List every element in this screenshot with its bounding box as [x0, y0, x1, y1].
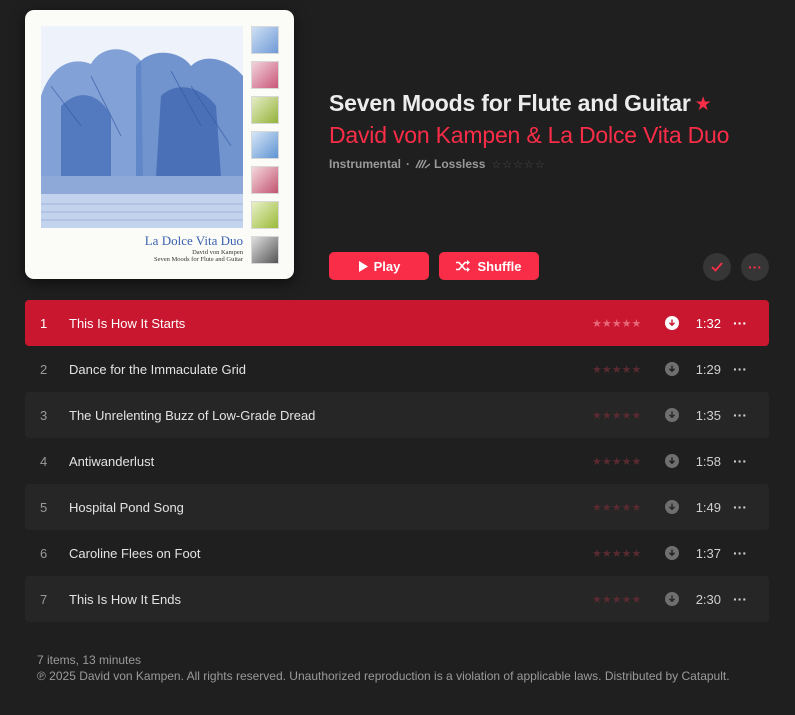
track-title: Dance for the Immaculate Grid [69, 361, 247, 377]
album-rating-stars[interactable]: ☆☆☆☆☆ [491, 158, 545, 171]
album-summary: 7 items, 13 minutes [37, 653, 142, 667]
library-added-button[interactable] [703, 253, 731, 281]
track-title: Antiwanderlust [69, 453, 155, 469]
download-icon[interactable] [665, 546, 679, 560]
cover-swatch-gray [251, 236, 279, 264]
cover-swatch-green [251, 96, 279, 124]
album-more-button[interactable]: ··· [741, 253, 769, 281]
track-duration: 1:49 [695, 499, 721, 515]
download-icon[interactable] [665, 362, 679, 376]
track-number: 5 [40, 499, 48, 515]
play-button[interactable]: Play [329, 252, 429, 280]
track-row[interactable]: 4 Antiwanderlust ★★★★★ 1:58 ··· [25, 438, 769, 484]
album-artist-link[interactable]: David von Kampen & La Dolce Vita Duo [329, 122, 729, 149]
track-number: 2 [40, 361, 48, 377]
track-duration: 1:32 [695, 315, 721, 331]
track-number: 6 [40, 545, 48, 561]
shuffle-button[interactable]: Shuffle [439, 252, 539, 280]
track-row[interactable]: 1 This Is How It Starts ★★★★★ 1:32 ··· [25, 300, 769, 346]
track-number: 1 [40, 315, 48, 331]
album-genre[interactable]: Instrumental [329, 157, 401, 171]
download-icon[interactable] [665, 408, 679, 422]
meta-separator: · [406, 157, 411, 171]
album-copyright: ℗ 2025 David von Kampen. All rights rese… [37, 668, 730, 683]
cover-swatch-blue [251, 26, 279, 54]
track-duration: 1:29 [695, 361, 721, 377]
play-button-label: Play [373, 258, 401, 274]
track-title: The Unrelenting Buzz of Low-Grade Dread [69, 407, 316, 423]
cover-line-2: Seven Moods for Flute and Guitar [153, 256, 243, 263]
track-row[interactable]: 2 Dance for the Immaculate Grid ★★★★★ 1:… [25, 346, 769, 392]
download-icon[interactable] [665, 454, 679, 468]
track-number: 7 [40, 591, 48, 607]
cover-swatch-blue-2 [251, 131, 279, 159]
track-rating[interactable]: ★★★★★ [592, 593, 641, 606]
track-row[interactable]: 3 The Unrelenting Buzz of Low-Grade Drea… [25, 392, 769, 438]
cover-title: La Dolce Vita Duo [144, 233, 243, 248]
track-row[interactable]: 5 Hospital Pond Song ★★★★★ 1:49 ··· [25, 484, 769, 530]
track-title: This Is How It Ends [69, 591, 181, 607]
cover-swatch-pink [251, 61, 279, 89]
track-number: 3 [40, 407, 48, 423]
download-icon[interactable] [665, 592, 679, 606]
star-icon[interactable]: ★ [695, 94, 712, 115]
cover-illustration [41, 26, 243, 228]
shuffle-button-label: Shuffle [477, 258, 522, 274]
album-artwork[interactable]: La Dolce Vita Duo David von Kampen Seven… [25, 10, 294, 279]
track-list: 1 This Is How It Starts ★★★★★ 1:32 ··· 2… [25, 300, 769, 622]
track-rating[interactable]: ★★★★★ [592, 363, 641, 376]
track-duration: 1:37 [695, 545, 721, 561]
track-more-icon[interactable]: ··· [733, 545, 747, 561]
lossless-icon [415, 159, 431, 169]
track-rating[interactable]: ★★★★★ [592, 455, 641, 468]
album-meta: Instrumental · Lossless ☆☆☆☆☆ [329, 157, 546, 171]
cover-line-1: David von Kampen [192, 249, 243, 256]
track-title: This Is How It Starts [69, 315, 186, 331]
album-title: Seven Moods for Flute and Guitar ★ [329, 90, 712, 117]
cover-swatch-green-2 [251, 201, 279, 229]
download-icon[interactable] [665, 316, 679, 330]
track-duration: 1:58 [695, 453, 721, 469]
track-more-icon[interactable]: ··· [733, 407, 747, 423]
track-row[interactable]: 7 This Is How It Ends ★★★★★ 2:30 ··· [25, 576, 769, 622]
cover-swatch-pink-2 [251, 166, 279, 194]
play-icon [358, 260, 368, 272]
track-title: Hospital Pond Song [69, 499, 184, 515]
track-more-icon[interactable]: ··· [733, 361, 747, 377]
track-duration: 1:35 [695, 407, 721, 423]
track-duration: 2:30 [695, 591, 721, 607]
track-more-icon[interactable]: ··· [733, 591, 747, 607]
track-rating[interactable]: ★★★★★ [592, 409, 641, 422]
more-icon: ··· [748, 259, 762, 275]
track-rating[interactable]: ★★★★★ [592, 501, 641, 514]
track-number: 4 [40, 453, 48, 469]
track-more-icon[interactable]: ··· [733, 499, 747, 515]
track-rating[interactable]: ★★★★★ [592, 547, 641, 560]
track-title: Caroline Flees on Foot [69, 545, 201, 561]
track-row[interactable]: 6 Caroline Flees on Foot ★★★★★ 1:37 ··· [25, 530, 769, 576]
checkmark-icon [711, 262, 723, 272]
track-more-icon[interactable]: ··· [733, 315, 747, 331]
track-rating[interactable]: ★★★★★ [592, 317, 641, 330]
album-footer: 7 items, 13 minutes ℗ 2025 David von Kam… [37, 653, 777, 684]
shuffle-icon [456, 260, 471, 272]
album-title-text: Seven Moods for Flute and Guitar [329, 90, 691, 116]
track-more-icon[interactable]: ··· [733, 453, 747, 469]
album-quality: Lossless [434, 157, 486, 171]
download-icon[interactable] [665, 500, 679, 514]
